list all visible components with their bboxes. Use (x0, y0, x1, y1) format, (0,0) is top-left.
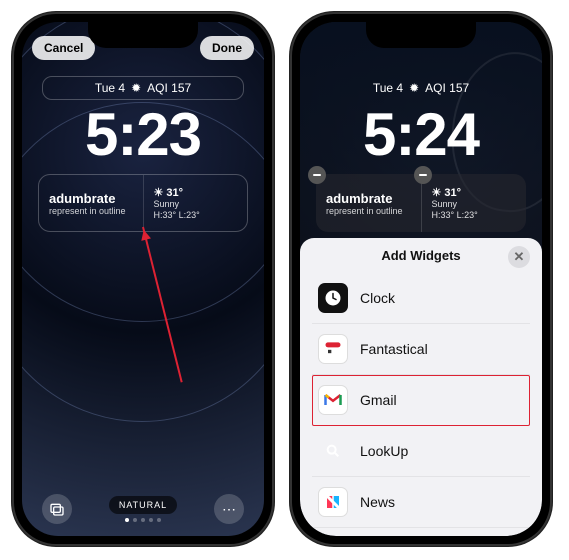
word-widget[interactable]: adumbrate represent in outline (39, 175, 143, 231)
aqi-icon: ✹ (131, 81, 141, 95)
phone-right: Tue 4 ✹ AQI 157 5:24 adumbrate represent… (290, 12, 552, 546)
style-name: NATURAL (109, 496, 177, 514)
clock-time[interactable]: 5:23 (22, 100, 264, 169)
weather-range: H:33° L:23° (432, 210, 517, 221)
cancel-button[interactable]: Cancel (32, 36, 95, 60)
weather-condition: Sunny (432, 199, 517, 210)
lookup-app-icon (318, 436, 348, 466)
editor-bottom-bar: NATURAL ⋯ (22, 494, 264, 524)
app-label: Gmail (360, 392, 397, 408)
screen-left: Cancel Done Tue 4 ✹ AQI 157 5:23 adumbra… (22, 22, 264, 536)
done-button[interactable]: Done (200, 36, 254, 60)
word-definition: represent in outline (49, 206, 133, 216)
remove-widget-button[interactable] (308, 166, 326, 184)
fantastical-app-icon (318, 334, 348, 364)
aqi-icon: ✹ (409, 81, 419, 95)
screen-right: Tue 4 ✹ AQI 157 5:24 adumbrate represent… (300, 22, 542, 536)
style-indicator: NATURAL (109, 496, 177, 522)
app-label: Clock (360, 290, 395, 306)
weather-temp: ☀ 31° (154, 186, 238, 199)
date-widget[interactable]: Tue 4 ✹ AQI 157 (42, 76, 244, 100)
widget-app-clock[interactable]: Clock (312, 273, 530, 324)
notch (366, 22, 476, 48)
clock-app-icon (318, 283, 348, 313)
news-app-icon (318, 487, 348, 517)
more-button[interactable]: ⋯ (214, 494, 244, 524)
clock-time: 5:24 (300, 100, 542, 169)
widget-app-news[interactable]: News (312, 477, 530, 528)
weather-condition: Sunny (154, 199, 238, 210)
aqi-text: AQI 157 (147, 81, 191, 95)
app-label: Fantastical (360, 341, 428, 357)
close-panel-button[interactable]: ✕ (508, 246, 530, 268)
add-widgets-panel: Add Widgets ✕ Clock Fantastical (300, 238, 542, 536)
word-widget[interactable]: adumbrate represent in outline (316, 174, 421, 232)
app-label: LookUp (360, 443, 408, 459)
widget-app-lookup[interactable]: LookUp (312, 426, 530, 477)
weather-widget[interactable]: ☀ 31° Sunny H:33° L:23° (143, 175, 248, 231)
weather-widget[interactable]: ☀ 31° Sunny H:33° L:23° (421, 174, 527, 232)
notch (88, 22, 198, 48)
word-term: adumbrate (326, 191, 411, 206)
widgets-slot[interactable]: adumbrate represent in outline ☀ 31° Sun… (316, 174, 526, 232)
gallery-icon (49, 501, 65, 517)
customize-gallery-button[interactable] (42, 494, 72, 524)
wallpaper-ring (22, 22, 264, 322)
style-pager-dots (109, 518, 177, 522)
widget-app-list[interactable]: Clock Fantastical Gmail (300, 273, 542, 536)
date-text: Tue 4 (95, 81, 125, 95)
close-icon: ✕ (514, 249, 525, 265)
weather-temp: ☀ 31° (432, 186, 517, 199)
widgets-slot[interactable]: adumbrate represent in outline ☀ 31° Sun… (38, 174, 248, 232)
date-text: Tue 4 (373, 81, 403, 95)
app-label: News (360, 494, 395, 510)
widget-app-gmail[interactable]: Gmail (312, 375, 530, 426)
weather-range: H:33° L:23° (154, 210, 238, 221)
widget-app-fantastical[interactable]: Fantastical (312, 324, 530, 375)
panel-title: Add Widgets (381, 248, 460, 263)
word-term: adumbrate (49, 191, 133, 206)
widget-app-reminders[interactable]: Reminders (312, 528, 530, 536)
gmail-app-icon (318, 385, 348, 415)
date-widget: Tue 4 ✹ AQI 157 (320, 76, 522, 100)
panel-header: Add Widgets ✕ (300, 238, 542, 273)
ellipsis-icon: ⋯ (222, 501, 236, 518)
phone-left: Cancel Done Tue 4 ✹ AQI 157 5:23 adumbra… (12, 12, 274, 546)
word-definition: represent in outline (326, 206, 411, 216)
aqi-text: AQI 157 (425, 81, 469, 95)
remove-widget-button[interactable] (414, 166, 432, 184)
